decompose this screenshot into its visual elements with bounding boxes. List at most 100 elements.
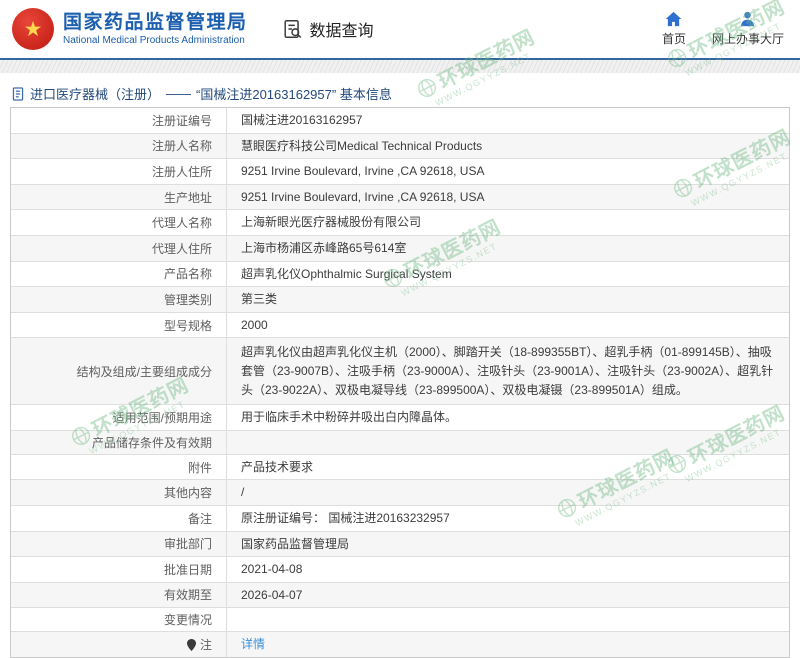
field-value: 2021-04-08 bbox=[226, 557, 789, 582]
field-label-text: 附件 bbox=[187, 460, 212, 475]
field-label-text: 注册人住所 bbox=[151, 164, 212, 179]
field-value: 国械注进20163162957 bbox=[226, 108, 789, 133]
field-value-text: 2021-04-08 bbox=[241, 562, 303, 577]
field-value-text: 超声乳化仪由超声乳化仪主机（2000）、脚踏开关（18-899355BT）、超乳… bbox=[241, 345, 774, 397]
table-row: 批准日期 2021-04-08 bbox=[11, 557, 789, 583]
field-label: 有效期至 bbox=[11, 583, 226, 608]
table-row: 审批部门 国家药品监督管理局 bbox=[11, 531, 789, 558]
field-label-text: 产品名称 bbox=[163, 267, 212, 282]
field-value: 9251 Irvine Boulevard, Irvine ,CA 92618,… bbox=[226, 184, 789, 210]
header-nav: 首页 网上办事大厅 bbox=[662, 11, 784, 47]
table-row: 管理类别 第三类 bbox=[11, 287, 789, 313]
field-label-text: 管理类别 bbox=[163, 292, 212, 307]
field-value: 原注册证编号： 国械注进20163232957 bbox=[226, 505, 789, 531]
field-value: 2026-04-07 bbox=[226, 582, 789, 608]
field-value: 9251 Irvine Boulevard, Irvine ,CA 92618,… bbox=[226, 159, 789, 184]
home-link[interactable]: 首页 bbox=[662, 11, 686, 47]
field-label-text: 结构及组成/主要组成成分 bbox=[76, 364, 212, 379]
field-value-text: 用于临床手术中粉碎并吸出白内障晶体。 bbox=[241, 410, 458, 425]
field-value-text: 产品技术要求 bbox=[241, 459, 314, 474]
table-row: 适用范围/预期用途 用于临床手术中粉碎并吸出白内障晶体。 bbox=[11, 405, 789, 431]
field-value-text: 2026-04-07 bbox=[241, 587, 303, 602]
site-header: ★ 国家药品监督管理局 National Medical Products Ad… bbox=[0, 0, 800, 60]
field-label-text: 型号规格 bbox=[163, 318, 212, 333]
field-label: 管理类别 bbox=[11, 287, 226, 312]
field-value-text: 慧眼医疗科技公司Medical Technical Products bbox=[241, 138, 483, 153]
site-title-block: 国家药品监督管理局 National Medical Products Admi… bbox=[63, 12, 248, 46]
field-label-text: 代理人名称 bbox=[151, 216, 212, 231]
service-hall-link[interactable]: 网上办事大厅 bbox=[712, 11, 784, 47]
table-row: 代理人住所 上海市杨浦区赤峰路65号614室 bbox=[11, 235, 789, 262]
field-value: 2000 bbox=[226, 312, 789, 338]
table-row: 附件 产品技术要求 bbox=[11, 454, 789, 481]
field-label: 备注 bbox=[11, 506, 226, 531]
table-row: 产品名称 超声乳化仪Ophthalmic Surgical System bbox=[11, 261, 789, 288]
person-icon bbox=[739, 11, 756, 27]
field-label: 产品名称 bbox=[11, 262, 226, 287]
field-label: 批准日期 bbox=[11, 557, 226, 582]
home-icon bbox=[665, 11, 682, 27]
field-value-text: / bbox=[241, 485, 245, 500]
field-value-text: 国械注进20163162957 bbox=[241, 113, 363, 127]
breadcrumb-section: 进口医疗器械（注册） bbox=[30, 87, 161, 102]
site-subtitle: National Medical Products Administration bbox=[63, 34, 245, 46]
data-query-label: 数据查询 bbox=[309, 23, 374, 40]
field-value-text: 原注册证编号： 国械注进20163232957 bbox=[241, 510, 450, 525]
field-value-text: 超声乳化仪Ophthalmic Surgical System bbox=[241, 266, 452, 281]
table-row: 有效期至 2026-04-07 bbox=[11, 582, 789, 609]
table-row: 其他内容 / bbox=[11, 480, 789, 506]
field-label: 生产地址 bbox=[11, 185, 226, 210]
field-label: 注 bbox=[11, 632, 226, 657]
field-value-text: 第三类 bbox=[241, 292, 278, 307]
table-row: 注 详情 bbox=[11, 632, 789, 657]
field-label-text: 注 bbox=[199, 638, 212, 653]
table-row: 备注 原注册证编号： 国械注进20163232957 bbox=[11, 505, 789, 532]
texture-band bbox=[0, 60, 800, 73]
site-title: 国家药品监督管理局 bbox=[63, 12, 248, 34]
service-hall-label: 网上办事大厅 bbox=[711, 32, 784, 46]
info-table: 注册证编号 国械注进20163162957 注册人名称 慧眼医疗科技公司Medi… bbox=[10, 107, 790, 658]
national-emblem-logo: ★ bbox=[12, 8, 54, 50]
table-row: 注册证编号 国械注进20163162957 bbox=[11, 108, 789, 134]
data-query-tab[interactable]: 数据查询 bbox=[282, 17, 374, 41]
field-label: 变更情况 bbox=[11, 608, 226, 631]
field-label-text: 备注 bbox=[187, 511, 212, 526]
field-label: 附件 bbox=[11, 455, 226, 480]
breadcrumb-separator: —— bbox=[166, 86, 191, 101]
field-value: 用于临床手术中粉碎并吸出白内障晶体。 bbox=[226, 405, 789, 430]
table-row: 变更情况 bbox=[11, 608, 789, 633]
field-label: 其他内容 bbox=[11, 480, 226, 505]
field-label-text: 注册人名称 bbox=[151, 139, 212, 154]
field-value-text: 9251 Irvine Boulevard, Irvine ,CA 92618,… bbox=[241, 189, 485, 204]
field-label: 结构及组成/主要组成成分 bbox=[11, 338, 226, 404]
field-value: 上海新眼光医疗器械股份有限公司 bbox=[226, 210, 789, 235]
home-label: 首页 bbox=[661, 32, 686, 46]
field-value-text: 国家药品监督管理局 bbox=[241, 536, 350, 551]
field-label: 适用范围/预期用途 bbox=[11, 405, 226, 430]
breadcrumb-current: “国械注进20163162957” 基本信息 bbox=[196, 87, 392, 102]
field-label-text: 批准日期 bbox=[163, 562, 212, 577]
field-value-text: 2000 bbox=[241, 317, 268, 332]
document-search-icon bbox=[282, 18, 304, 40]
table-row: 代理人名称 上海新眼光医疗器械股份有限公司 bbox=[11, 210, 789, 236]
pin-icon bbox=[186, 638, 196, 651]
field-value: 超声乳化仪由超声乳化仪主机（2000）、脚踏开关（18-899355BT）、超乳… bbox=[226, 338, 789, 405]
field-label: 型号规格 bbox=[11, 313, 226, 338]
field-value: 详情 bbox=[226, 632, 789, 657]
field-value: 慧眼医疗科技公司Medical Technical Products bbox=[226, 133, 789, 159]
file-icon bbox=[12, 86, 24, 101]
field-label-text: 适用范围/预期用途 bbox=[112, 410, 212, 425]
field-label: 产品储存条件及有效期 bbox=[11, 431, 226, 454]
field-label-text: 代理人住所 bbox=[151, 241, 212, 256]
table-row: 结构及组成/主要组成成分 超声乳化仪由超声乳化仪主机（2000）、脚踏开关（18… bbox=[11, 338, 789, 406]
field-label-text: 审批部门 bbox=[163, 537, 212, 552]
field-label-text: 变更情况 bbox=[163, 613, 212, 628]
field-label: 审批部门 bbox=[11, 532, 226, 557]
field-label: 注册人住所 bbox=[11, 159, 226, 184]
field-label: 注册证编号 bbox=[11, 108, 226, 133]
detail-link[interactable]: 详情 bbox=[241, 637, 265, 651]
field-value: 超声乳化仪Ophthalmic Surgical System bbox=[226, 261, 789, 287]
field-label-text: 生产地址 bbox=[163, 190, 212, 205]
field-value: / bbox=[226, 480, 789, 505]
table-row: 注册人名称 慧眼医疗科技公司Medical Technical Products bbox=[11, 133, 789, 160]
